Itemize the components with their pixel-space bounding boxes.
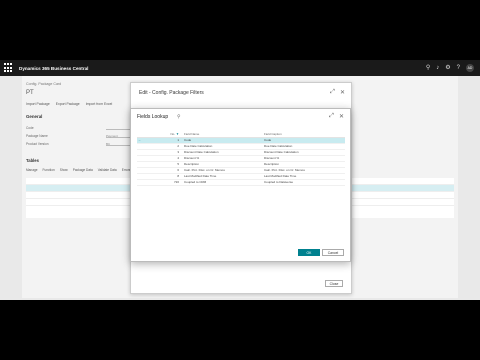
function-button[interactable]: Function	[43, 168, 55, 172]
section-general[interactable]: General	[26, 114, 42, 119]
help-icon[interactable]: ?	[457, 65, 460, 71]
field-label: Code	[26, 126, 34, 130]
app-title: Dynamics 365 Business Central	[19, 65, 89, 71]
fields-lookup-dialog: Fields Lookup ⚲ ⤢ ✕ No. ▼ Field Name Fie…	[130, 108, 351, 262]
sort-arrow-icon: ▼	[176, 131, 179, 136]
table-row[interactable]: 720 Coupled to CRM Coupled to Dataverse	[137, 179, 345, 186]
dialog-icons: ⤢ ✕	[329, 113, 344, 120]
gear-icon[interactable]: ⚙	[445, 65, 450, 71]
field-product-version: Product Version BC	[26, 142, 146, 146]
row-selector[interactable]	[137, 179, 147, 186]
close-button[interactable]: Close	[325, 280, 343, 287]
field-package-name: Package Name Payment	[26, 134, 146, 138]
app-bar-icons: ⚲ ♪ ⚙ ? AD	[426, 64, 474, 72]
import-excel-button[interactable]: Import from Excel	[86, 102, 113, 106]
search-icon[interactable]: ⚲	[426, 65, 430, 71]
dialog-title: Edit - Config. Package Filters	[139, 90, 204, 96]
search-icon[interactable]: ⚲	[177, 114, 181, 120]
manage-button[interactable]: Manage	[26, 168, 38, 172]
field-code: Code	[26, 126, 146, 130]
fields-table: No. ▼ Field Name Field Caption → 1 Code …	[137, 131, 345, 186]
dialog-title: Fields Lookup	[137, 114, 169, 120]
expand-icon[interactable]: ⤢	[329, 113, 334, 120]
cell-no: 720	[147, 179, 183, 186]
field-label: Package Name	[26, 134, 48, 138]
export-package-button[interactable]: Export Package	[56, 102, 80, 106]
dialog-icons: ⤢ ✕	[330, 89, 345, 96]
close-icon[interactable]: ✕	[339, 113, 344, 120]
breadcrumb: Config. Package Card	[26, 82, 62, 86]
close-icon[interactable]: ✕	[340, 89, 345, 96]
show-button[interactable]: Show	[60, 168, 68, 172]
app-launcher-icon[interactable]	[4, 63, 14, 73]
cell-field-name[interactable]: Coupled to CRM	[183, 179, 263, 186]
page-actions: Import Package Export Package Import fro…	[26, 102, 112, 106]
field-label: Product Version	[26, 142, 49, 146]
import-package-button[interactable]: Import Package	[26, 102, 50, 106]
avatar[interactable]: AD	[466, 64, 474, 72]
expand-icon[interactable]: ⤢	[330, 89, 335, 96]
package-data-button[interactable]: Package Data	[73, 168, 93, 172]
bell-icon[interactable]: ♪	[436, 65, 439, 71]
cancel-button[interactable]: Cancel	[322, 249, 344, 256]
validate-data-button[interactable]: Validate Data	[98, 168, 117, 172]
ok-button[interactable]: OK	[298, 249, 320, 256]
page-title: PT	[26, 90, 34, 96]
section-tables[interactable]: Tables	[26, 158, 39, 163]
cell-field-caption: Coupled to Dataverse	[263, 179, 345, 186]
app-window: Dynamics 365 Business Central ⚲ ♪ ⚙ ? AD…	[0, 60, 480, 300]
tables-actions: Manage Function Show Package Data Valida…	[26, 168, 130, 172]
app-bar: Dynamics 365 Business Central ⚲ ♪ ⚙ ? AD	[0, 60, 480, 76]
